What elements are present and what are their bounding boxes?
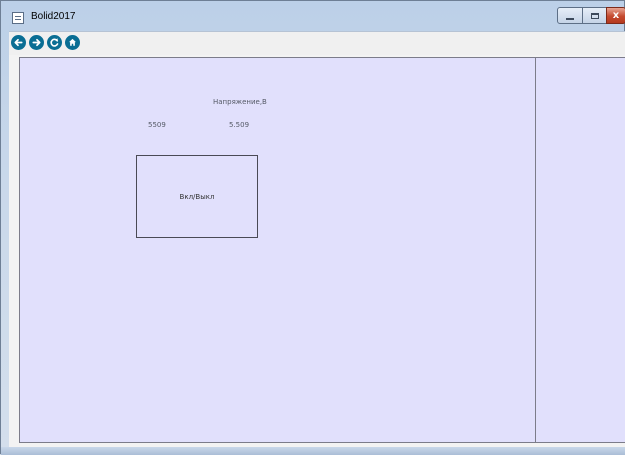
app-window: Bolid2017 x Напряжение,В 5509 5.509 Вкл/…: [0, 0, 625, 455]
raw-value: 5509: [148, 121, 166, 129]
app-icon: [12, 12, 24, 24]
refresh-icon: [50, 38, 59, 47]
window-title: Bolid2017: [31, 11, 76, 22]
back-button[interactable]: [11, 35, 26, 50]
maximize-button[interactable]: [582, 7, 607, 24]
main-panel: Напряжение,В 5509 5.509 Вкл/Выкл: [19, 57, 536, 443]
close-icon: x: [612, 10, 620, 21]
minimize-icon: [566, 17, 574, 20]
arrow-left-icon: [14, 38, 23, 47]
power-toggle-button[interactable]: Вкл/Выкл: [136, 155, 258, 238]
voltage-value: 5.509: [229, 121, 250, 129]
close-button[interactable]: x: [606, 7, 625, 24]
refresh-button[interactable]: [47, 35, 62, 50]
navigation-toolbar: [9, 31, 625, 56]
side-panel: [536, 57, 625, 443]
title-bar[interactable]: Bolid2017 x: [1, 1, 625, 31]
voltage-title: Напряжение,В: [213, 98, 267, 106]
minimize-button[interactable]: [557, 7, 583, 24]
client-area: Напряжение,В 5509 5.509 Вкл/Выкл: [9, 55, 625, 447]
arrow-right-icon: [32, 38, 41, 47]
forward-button[interactable]: [29, 35, 44, 50]
power-toggle-label: Вкл/Выкл: [179, 192, 215, 201]
home-button[interactable]: [65, 35, 80, 50]
maximize-icon: [590, 12, 599, 19]
home-icon: [69, 38, 76, 46]
